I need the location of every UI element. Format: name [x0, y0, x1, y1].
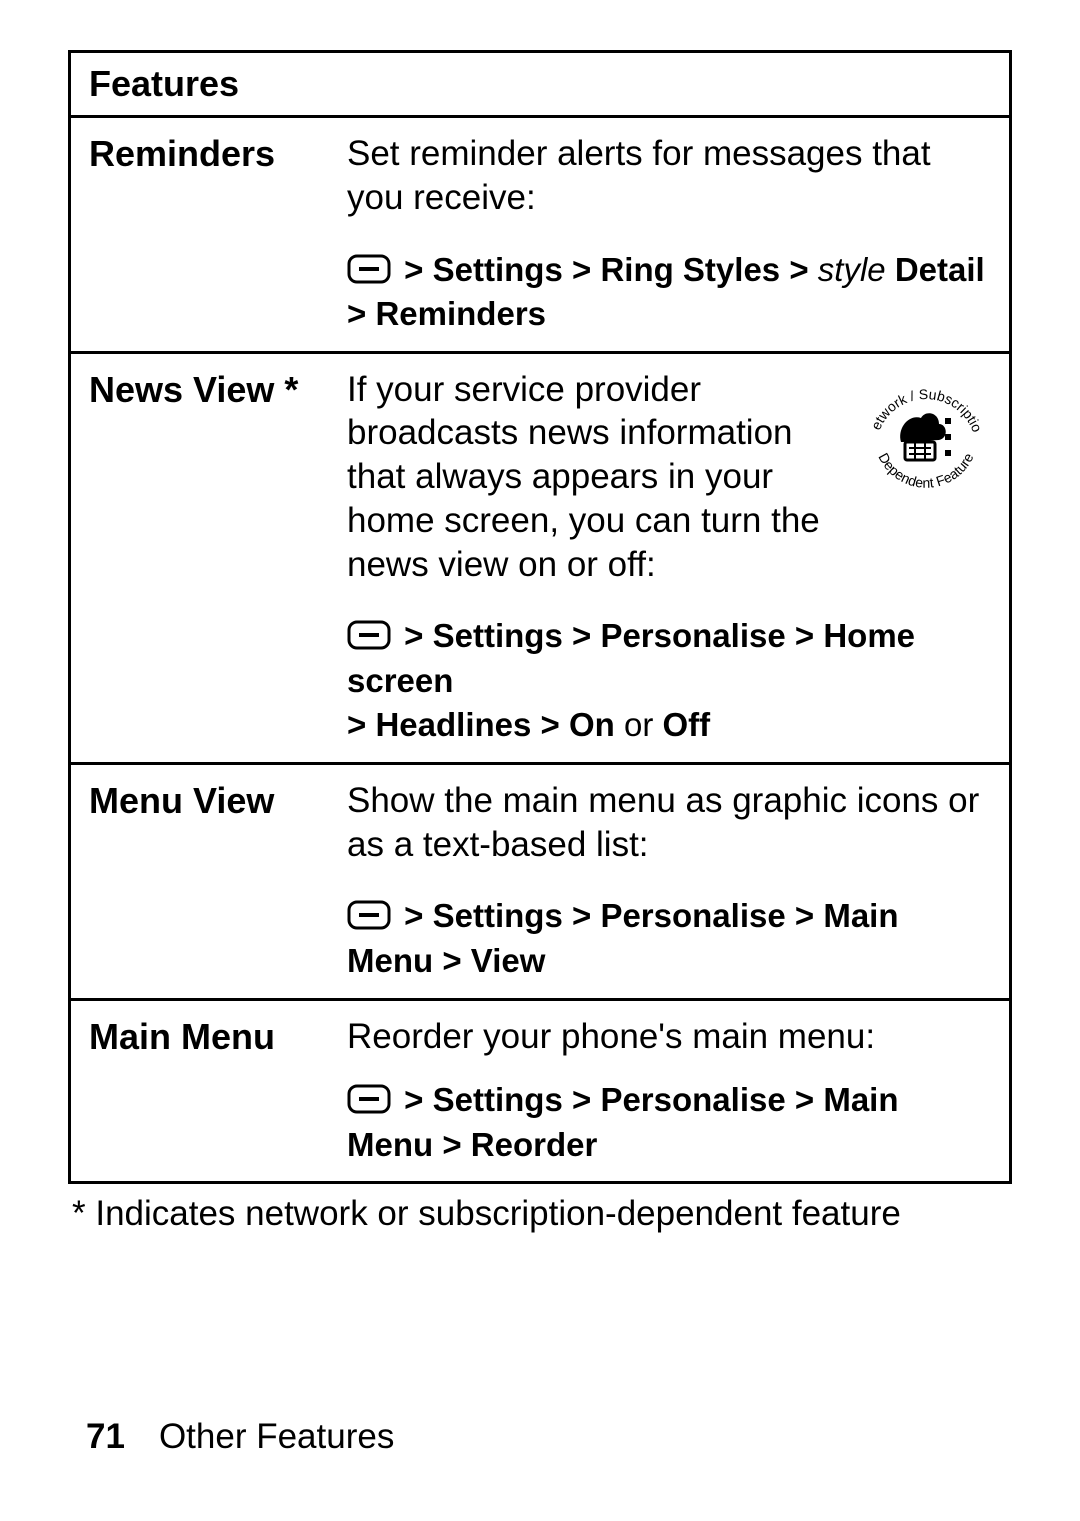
path-sep: >: [789, 251, 817, 288]
menu-key-icon: [347, 620, 391, 650]
path-sep: >: [572, 251, 600, 288]
path-sep: >: [795, 617, 823, 654]
path-sep: >: [572, 897, 600, 934]
path-sep: >: [347, 706, 366, 743]
path-step: Personalise: [600, 1081, 785, 1118]
feature-body: Reorder your phone's main menu: > Settin…: [341, 1001, 1009, 1182]
features-table: Features Reminders Set reminder alerts f…: [68, 50, 1012, 1184]
path-sep: >: [404, 251, 423, 288]
menu-key-icon: [347, 900, 391, 930]
path-step: Ring Styles: [600, 251, 780, 288]
table-header: Features: [71, 53, 257, 115]
path-step: Personalise: [600, 617, 785, 654]
feature-path: > Settings > Personalise > Home screen >…: [347, 614, 991, 748]
path-sep: >: [404, 617, 423, 654]
path-step-variable: style: [818, 251, 886, 288]
feature-body: Show the main menu as graphic icons or a…: [341, 765, 1009, 998]
feature-path: > Settings > Ring Styles > style Detail …: [347, 248, 991, 337]
path-step: On: [569, 706, 615, 743]
menu-key-icon: [347, 1084, 391, 1114]
feature-description: Show the main menu as graphic icons or a…: [347, 779, 991, 867]
path-sep: >: [795, 1081, 823, 1118]
path-step: Settings: [433, 617, 563, 654]
table-row: News View * Network / Subscription Depen…: [71, 354, 1009, 765]
path-sep: >: [442, 1126, 470, 1163]
path-sep: >: [404, 1081, 423, 1118]
path-step: Settings: [433, 897, 563, 934]
feature-path: > Settings > Personalise > Main Menu > V…: [347, 894, 991, 983]
table-header-row: Features: [71, 53, 1009, 118]
path-step: Settings: [433, 251, 563, 288]
network-dependent-icon: Network / Subscription Dependent Feature: [861, 372, 991, 502]
path-sep: >: [404, 897, 423, 934]
page: Features Reminders Set reminder alerts f…: [0, 0, 1080, 1521]
page-number: 71: [86, 1417, 125, 1456]
icon-label-bottom: Dependent Feature: [875, 450, 976, 491]
menu-key-icon: [347, 254, 391, 284]
path-conj: or: [624, 706, 653, 743]
feature-name: News View *: [71, 354, 341, 762]
table-row: Reminders Set reminder alerts for messag…: [71, 118, 1009, 354]
footnote: * Indicates network or subscription-depe…: [68, 1184, 1012, 1234]
feature-name: Reminders: [71, 118, 341, 351]
path-step: Personalise: [600, 897, 785, 934]
path-sep: >: [347, 295, 366, 332]
feature-path: > Settings > Personalise > Main Menu > R…: [347, 1078, 991, 1167]
feature-description: Reorder your phone's main menu:: [347, 1015, 991, 1059]
path-step: Reminders: [375, 295, 546, 332]
path-sep: >: [442, 942, 470, 979]
path-step: Detail: [895, 251, 985, 288]
path-step: Settings: [433, 1081, 563, 1118]
path-step: Reorder: [471, 1126, 598, 1163]
path-sep: >: [572, 1081, 600, 1118]
path-step: Headlines: [375, 706, 531, 743]
feature-name: Main Menu: [71, 1001, 341, 1182]
feature-body: Network / Subscription Dependent Feature: [341, 354, 1009, 762]
svg-text:Dependent Feature: Dependent Feature: [875, 450, 976, 491]
path-step: Off: [663, 706, 711, 743]
path-sep: >: [541, 706, 569, 743]
page-footer: 71 Other Features: [86, 1417, 394, 1457]
table-row: Menu View Show the main menu as graphic …: [71, 765, 1009, 1001]
feature-body: Set reminder alerts for messages that yo…: [341, 118, 1009, 351]
feature-description: Set reminder alerts for messages that yo…: [347, 132, 991, 220]
table-row: Main Menu Reorder your phone's main menu…: [71, 1001, 1009, 1182]
path-sep: >: [795, 897, 823, 934]
path-step: View: [471, 942, 546, 979]
feature-name: Menu View: [71, 765, 341, 998]
section-title: Other Features: [159, 1417, 394, 1456]
path-sep: >: [572, 617, 600, 654]
